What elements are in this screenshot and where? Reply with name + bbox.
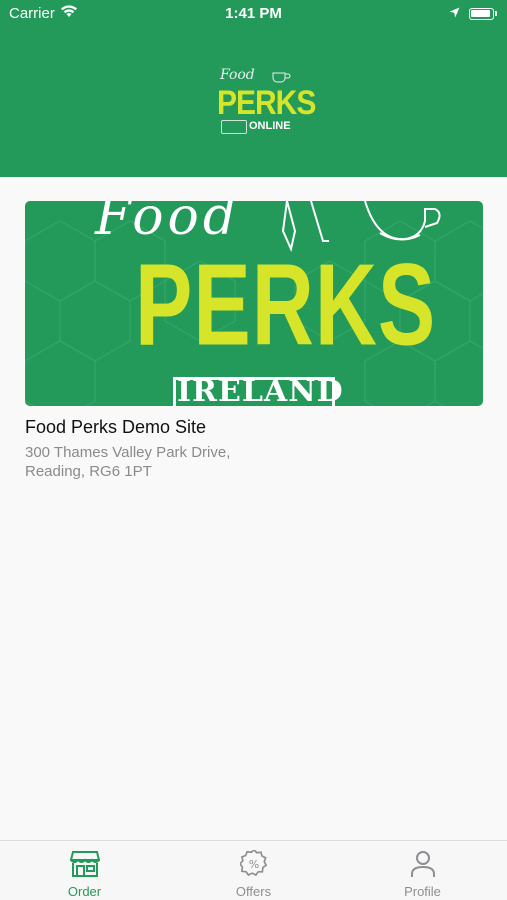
status-time: 1:41 PM [225,5,282,22]
battery-icon [469,7,494,20]
location-arrow-icon [449,5,460,22]
person-icon [410,850,436,883]
restaurant-name[interactable]: Food Perks Demo Site [25,417,483,438]
tab-bar: Order % Offers Profile [0,840,507,900]
tab-order[interactable]: Order [0,841,169,900]
restaurant-address: 300 Thames Valley Park Drive, Reading, R… [25,444,231,480]
devices-icon [221,120,247,134]
restaurant-list: Food PERKS IRELAND Food Perks Demo Site … [0,177,507,840]
tab-order-label: Order [67,884,102,899]
status-bar: Carrier 1:41 PM [0,0,507,28]
food-perks-online-logo: Food PERKS ONLINE [217,67,316,134]
tab-profile-label: Profile [404,884,441,899]
tab-offers[interactable]: % Offers [169,841,338,900]
restaurant-banner-image[interactable]: Food PERKS IRELAND [25,201,483,406]
store-icon [69,850,100,883]
restaurant-card[interactable]: Food PERKS IRELAND Food Perks Demo Site … [25,201,483,481]
tab-offers-label: Offers [235,884,272,899]
offers-badge-icon: % [238,848,268,883]
tab-profile[interactable]: Profile [338,841,507,900]
app-header: Carrier 1:41 PM Food PERKS ONLINE [0,0,507,177]
svg-text:%: % [248,858,258,871]
